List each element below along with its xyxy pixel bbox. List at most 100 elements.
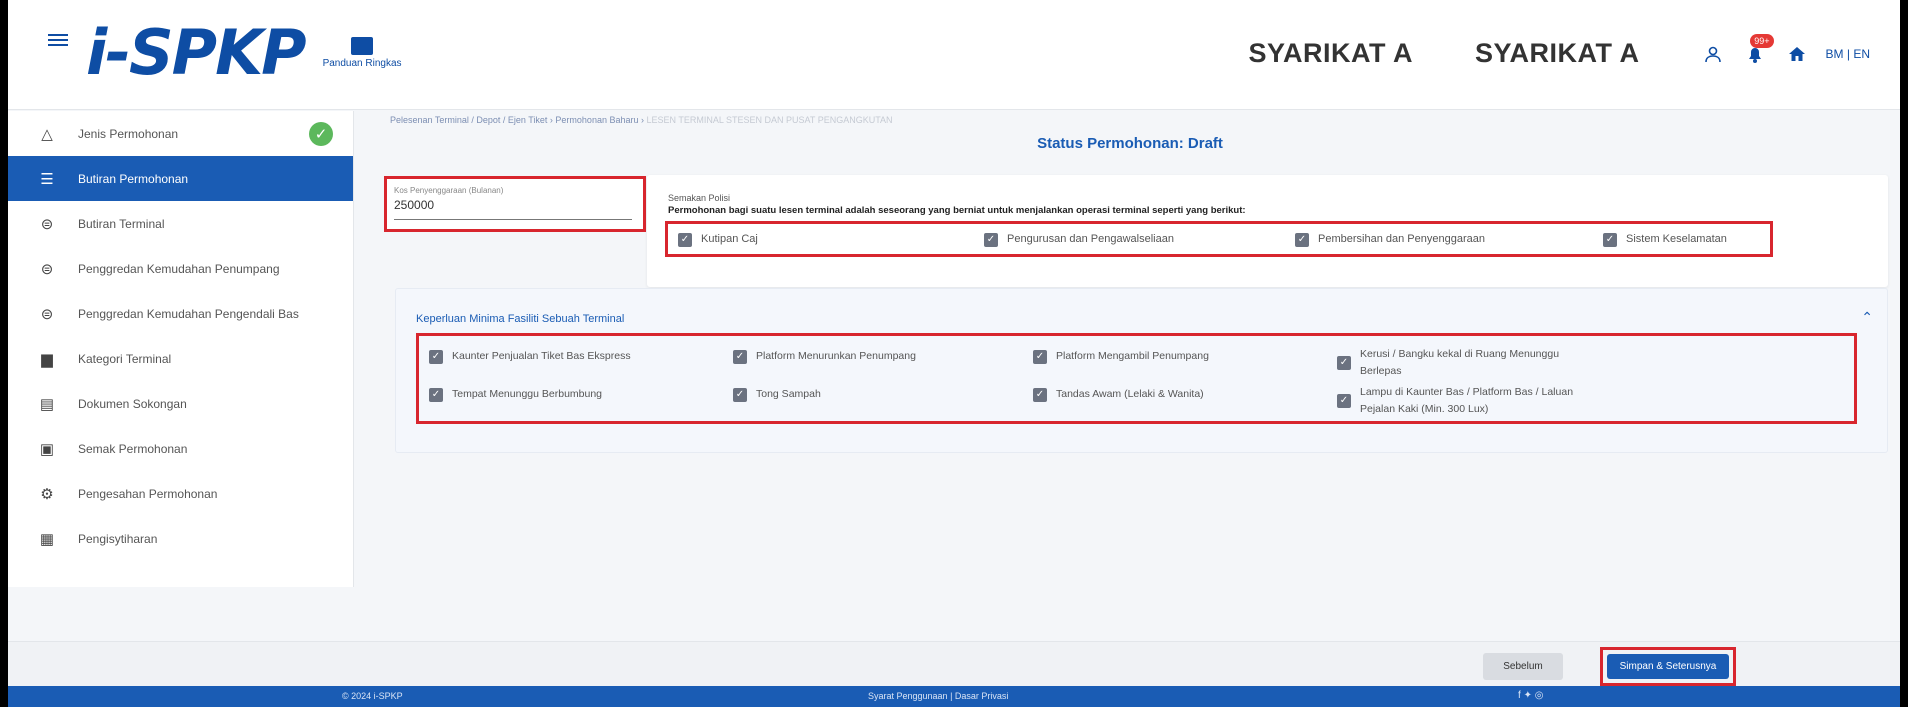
top-header: i-SPKP Panduan Ringkas SYARIKAT A SYARIK… <box>8 0 1900 110</box>
bus-icon: ⊜ <box>40 305 54 323</box>
checkbox-checked-icon[interactable]: ✓ <box>733 350 747 364</box>
sidebar-item-pengisytiharan[interactable]: ▦ Pengisytiharan <box>8 516 353 561</box>
checkbox-checked-icon[interactable]: ✓ <box>733 388 747 402</box>
breadcrumb-path[interactable]: Pelesenan Terminal / Depot / Ejen Tiket … <box>390 115 646 125</box>
company-name-1: SYARIKAT A <box>1248 38 1413 68</box>
logo-text: i-SPKP <box>86 16 307 89</box>
header-right: SYARIKAT A SYARIKAT A 99+ BM | EN <box>1186 33 1870 69</box>
sidebar-item-label: Dokumen Sokongan <box>78 396 187 411</box>
sidebar: △ Jenis Permohonan ✓ ☰ Butiran Permohona… <box>8 111 354 587</box>
menu-toggle-icon[interactable] <box>48 34 68 48</box>
breadcrumb: Pelesenan Terminal / Depot / Ejen Tiket … <box>390 115 893 125</box>
facility-check-item[interactable]: ✓ Platform Menurunkan Penumpang <box>733 350 916 364</box>
highlight-box-capacity <box>384 176 646 232</box>
user-icon[interactable] <box>1702 43 1724 65</box>
header-icons: 99+ BM | EN <box>1682 33 1870 65</box>
app-logo[interactable]: i-SPKP Panduan Ringkas <box>86 18 402 88</box>
sidebar-item-label: Penggredan Kemudahan Pengendali Bas <box>78 306 299 321</box>
language-switch[interactable]: BM | EN <box>1826 47 1870 61</box>
window-frame-left <box>0 0 8 707</box>
checkbox-checked-icon[interactable]: ✓ <box>1337 394 1351 408</box>
facility-checklist: ✓ Kaunter Penjualan Tiket Bas Ekspress ✓… <box>416 333 1857 424</box>
sidebar-item-penggredan-pengendali[interactable]: ⊜ Penggredan Kemudahan Pengendali Bas <box>8 291 353 336</box>
policy-card: Semakan Polisi Permohonan bagi suatu les… <box>647 175 1888 287</box>
facility-check-item[interactable]: ✓ Kerusi / Bangku kekal di Ruang Menungg… <box>1337 346 1577 380</box>
gear-icon: ⚙ <box>40 485 54 503</box>
quick-guide-link[interactable]: Panduan Ringkas <box>323 37 402 69</box>
sidebar-item-label: Semak Permohonan <box>78 441 188 456</box>
sidebar-item-pengesahan-permohonan[interactable]: ⚙ Pengesahan Permohonan <box>8 471 353 516</box>
book-icon <box>351 37 374 55</box>
clipboard-icon: ▦ <box>39 530 55 548</box>
facility-check-item[interactable]: ✓ Tempat Menunggu Berbumbung <box>429 388 602 402</box>
company-name-2: SYARIKAT A <box>1475 38 1640 68</box>
document-icon: ▆ <box>41 350 53 368</box>
check-label: Kutipan Caj <box>701 233 758 245</box>
bus-icon: ⊜ <box>40 260 54 278</box>
action-bar: Sebelum Simpan & Seterusnya <box>8 641 1900 686</box>
window-frame-right <box>1900 0 1908 707</box>
check-label: Tandas Awam (Lelaki & Wanita) <box>1056 388 1204 400</box>
facility-check-item[interactable]: ✓ Kaunter Penjualan Tiket Bas Ekspress <box>429 350 631 364</box>
check-label: Sistem Keselamatan <box>1626 233 1727 245</box>
checkbox-checked-icon[interactable]: ✓ <box>678 233 692 247</box>
policy-check-item[interactable]: ✓ Kutipan Caj <box>678 233 758 247</box>
checkbox-checked-icon[interactable]: ✓ <box>429 350 443 364</box>
sidebar-item-label: Pengisytiharan <box>78 531 158 546</box>
sidebar-item-jenis-permohonan[interactable]: △ Jenis Permohonan ✓ <box>8 111 353 156</box>
footer-copyright: © 2024 i-SPKP <box>342 691 403 701</box>
sidebar-item-butiran-terminal[interactable]: ⊜ Butiran Terminal <box>8 201 353 246</box>
sidebar-item-label: Penggredan Kemudahan Penumpang <box>78 261 280 276</box>
check-label: Tong Sampah <box>756 388 821 400</box>
twitter-icon[interactable]: ✦ <box>1524 690 1532 701</box>
sidebar-item-label: Kategori Terminal <box>78 351 172 366</box>
sidebar-item-penggredan-penumpang[interactable]: ⊜ Penggredan Kemudahan Penumpang <box>8 246 353 291</box>
back-button[interactable]: Sebelum <box>1483 653 1563 680</box>
screen-icon: ▣ <box>39 440 55 458</box>
policy-check-item[interactable]: ✓ Pengurusan dan Pengawalseliaan <box>984 233 1174 247</box>
policy-check-item[interactable]: ✓ Sistem Keselamatan <box>1603 233 1727 247</box>
social-icons: f ✦ ◎ <box>1518 690 1543 701</box>
facility-check-item[interactable]: ✓ Tong Sampah <box>733 388 821 402</box>
main-content: Pelesenan Terminal / Depot / Ejen Tiket … <box>372 111 1888 581</box>
instagram-icon[interactable]: ◎ <box>1535 690 1544 701</box>
footer-links[interactable]: Syarat Penggunaan | Dasar Privasi <box>868 691 1008 701</box>
folder-icon: ▤ <box>39 395 55 413</box>
sidebar-item-butiran-permohonan[interactable]: ☰ Butiran Permohonan <box>8 156 353 201</box>
notification-icon[interactable]: 99+ <box>1744 33 1774 65</box>
breadcrumb-current: LESEN TERMINAL STESEN DAN PUSAT PENGANGK… <box>646 115 893 125</box>
checkbox-checked-icon[interactable]: ✓ <box>429 388 443 402</box>
check-label: Kerusi / Bangku kekal di Ruang Menunggu … <box>1360 348 1560 377</box>
checkbox-checked-icon[interactable]: ✓ <box>1033 350 1047 364</box>
check-label: Tempat Menunggu Berbumbung <box>452 388 603 400</box>
page-title: Status Permohonan: Draft <box>1037 135 1223 152</box>
checkbox-checked-icon[interactable]: ✓ <box>1603 233 1617 247</box>
checkbox-checked-icon[interactable]: ✓ <box>1295 233 1309 247</box>
policy-check-item[interactable]: ✓ Pembersihan dan Penyenggaraan <box>1295 233 1485 247</box>
sidebar-item-label: Jenis Permohonan <box>78 126 179 141</box>
facebook-icon[interactable]: f <box>1518 690 1521 701</box>
checkbox-checked-icon[interactable]: ✓ <box>984 233 998 247</box>
completed-check-icon: ✓ <box>309 121 333 146</box>
page-footer: © 2024 i-SPKP Syarat Penggunaan | Dasar … <box>8 686 1900 707</box>
facility-check-item[interactable]: ✓ Platform Mengambil Penumpang <box>1033 350 1209 364</box>
checkbox-checked-icon[interactable]: ✓ <box>1337 356 1351 370</box>
facility-title: Keperluan Minima Fasiliti Sebuah Termina… <box>416 313 625 325</box>
checkbox-checked-icon[interactable]: ✓ <box>1033 388 1047 402</box>
check-label: Platform Menurunkan Penumpang <box>756 350 916 362</box>
facility-check-item[interactable]: ✓ Tandas Awam (Lelaki & Wanita) <box>1033 388 1204 402</box>
check-label: Platform Mengambil Penumpang <box>1056 350 1209 362</box>
facility-check-item[interactable]: ✓ Lampu di Kaunter Bas / Platform Bas / … <box>1337 384 1587 418</box>
policy-checklist: ✓ Kutipan Caj ✓ Pengurusan dan Pengawals… <box>665 221 1773 257</box>
notification-badge: 99+ <box>1750 33 1774 48</box>
sidebar-item-dokumen-sokongan[interactable]: ▤ Dokumen Sokongan <box>8 381 353 426</box>
facility-card: Keperluan Minima Fasiliti Sebuah Termina… <box>395 288 1888 453</box>
sidebar-item-semak-permohonan[interactable]: ▣ Semak Permohonan <box>8 426 353 471</box>
sidebar-item-kategori-terminal[interactable]: ▆ Kategori Terminal <box>8 336 353 381</box>
sidebar-item-label: Butiran Terminal <box>78 216 165 231</box>
sidebar-item-label: Butiran Permohonan <box>78 171 189 186</box>
check-label: Pembersihan dan Penyenggaraan <box>1318 233 1485 245</box>
home-icon[interactable] <box>1786 43 1808 65</box>
chevron-up-icon[interactable]: ⌃ <box>1861 309 1873 326</box>
save-next-button[interactable]: Simpan & Seterusnya <box>1607 654 1729 679</box>
